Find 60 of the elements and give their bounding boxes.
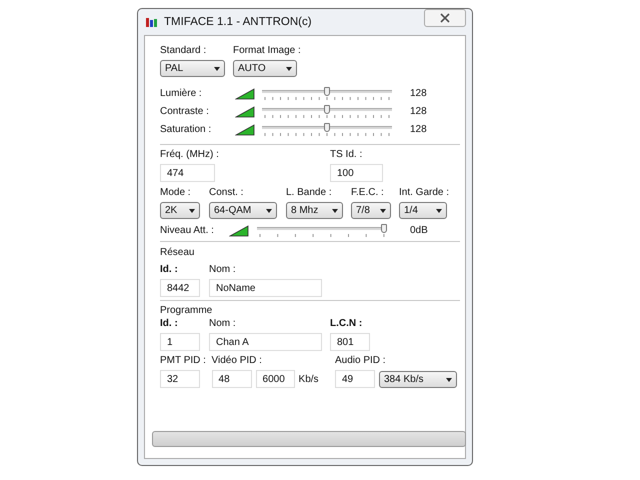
slider-value: 128 — [410, 87, 427, 100]
field-label: Id. : — [160, 317, 179, 330]
slider[interactable] — [262, 123, 392, 136]
slider-label: Niveau Att. : — [160, 224, 215, 237]
slider[interactable] — [262, 87, 392, 100]
input-field[interactable]: 6000 — [256, 370, 295, 388]
section-title: Programme — [160, 304, 214, 317]
volume-icon — [235, 124, 255, 136]
slider-label: Contraste : — [160, 105, 210, 118]
slider-value: 128 — [410, 123, 427, 136]
field-label: L. Bande : — [286, 186, 333, 199]
input-field[interactable]: Chan A — [209, 333, 322, 351]
dropdown[interactable]: 64-QAM — [209, 202, 277, 219]
dropdown[interactable]: 2K — [160, 202, 200, 219]
input-field[interactable]: 8442 — [160, 279, 200, 297]
volume-icon — [235, 106, 255, 118]
slider-label: Lumière : — [160, 87, 203, 100]
field-label: Const. : — [209, 186, 244, 199]
slider-value: 0dB — [410, 224, 428, 237]
section-title: Réseau — [160, 246, 196, 259]
blank-button[interactable] — [152, 431, 466, 447]
slider-value: 128 — [410, 105, 427, 118]
close-button[interactable] — [424, 9, 466, 27]
input-field[interactable]: 474 — [160, 164, 215, 182]
field-label: Vidéo PID : — [212, 354, 263, 367]
input-field[interactable]: NoName — [209, 279, 322, 297]
dropdown[interactable]: 384 Kb/s — [379, 371, 457, 388]
field-label: Audio PID : — [335, 354, 387, 367]
field-label: L.C.N : — [330, 317, 364, 330]
slider[interactable] — [262, 105, 392, 118]
window-title: TMIFACE 1.1 - ANTTRON(c) — [164, 16, 312, 28]
dropdown[interactable]: 1/4 — [399, 202, 447, 219]
field-label: PMT PID : — [160, 354, 207, 367]
input-field[interactable]: 48 — [212, 370, 252, 388]
dropdown[interactable]: PAL — [160, 60, 225, 77]
close-icon — [440, 13, 450, 23]
dropdown[interactable]: 7/8 — [351, 202, 391, 219]
volume-icon — [235, 88, 255, 100]
slider-label: Saturation : — [160, 123, 212, 136]
unit-label: Kb/s — [298, 372, 319, 386]
slider[interactable] — [257, 224, 387, 237]
field-label: Nom : — [209, 263, 237, 276]
field-label: Fréq. (MHz) : — [160, 148, 220, 161]
input-field[interactable]: 801 — [330, 333, 370, 351]
field-label: Mode : — [160, 186, 192, 199]
field-label: Int. Garde : — [399, 186, 447, 199]
input-field[interactable]: 32 — [160, 370, 200, 388]
dropdown[interactable]: 8 Mhz — [286, 202, 343, 219]
input-field[interactable]: 100 — [330, 164, 383, 182]
field-label: F.E.C. : — [351, 186, 385, 199]
field-label: Standard : — [160, 44, 208, 57]
field-label: TS Id. : — [330, 148, 364, 161]
input-field[interactable]: 49 — [335, 370, 375, 388]
field-label: Id. : — [160, 263, 179, 276]
app-icon — [146, 18, 158, 26]
volume-icon — [229, 224, 249, 236]
field-label: Nom : — [209, 317, 237, 330]
dropdown[interactable]: AUTO — [233, 60, 297, 77]
field-label: Format Image : — [233, 44, 301, 57]
input-field[interactable]: 1 — [160, 333, 200, 351]
